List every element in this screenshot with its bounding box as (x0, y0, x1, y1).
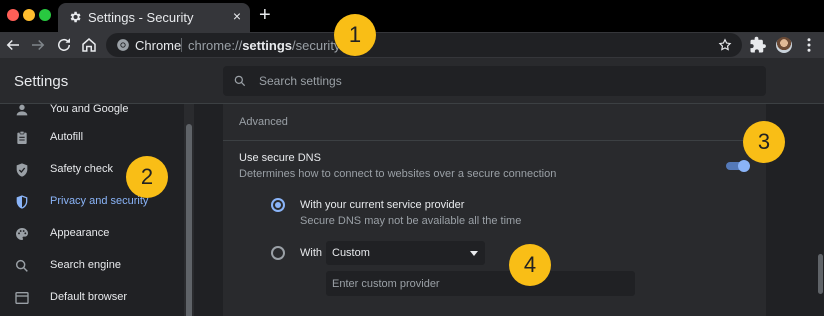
browser-icon (15, 292, 29, 304)
callout-2: 2 (126, 156, 168, 198)
reload-icon[interactable] (55, 36, 73, 54)
toggle-knob (738, 160, 750, 172)
search-settings-input[interactable]: Search settings (223, 66, 766, 96)
custom-provider-field[interactable] (326, 271, 635, 296)
page-title: Settings (14, 73, 69, 90)
secure-dns-description: Determines how to connect to websites ov… (239, 168, 557, 180)
tab-title: Settings - Security (88, 10, 194, 25)
palette-icon (16, 228, 28, 240)
search-icon (15, 259, 28, 272)
window-zoom-button[interactable] (39, 9, 51, 21)
divider (223, 140, 766, 141)
security-card: Advanced Use secure DNS Determines how t… (223, 104, 766, 316)
sidebar-item-search-engine[interactable]: Search engine (0, 250, 184, 282)
option-current-provider-label: With your current service provider (300, 199, 465, 211)
browser-toolbar: Chrome chrome://settings/security (0, 32, 824, 58)
close-icon[interactable]: × (233, 8, 241, 24)
forward-arrow-icon[interactable] (29, 36, 47, 54)
address-bar[interactable]: Chrome chrome://settings/security (106, 33, 742, 57)
sidebar-item-label: Safety check (50, 163, 113, 175)
settings-header: Settings Search settings (0, 58, 824, 104)
option-current-provider-sublabel: Secure DNS may not be available all the … (300, 215, 522, 227)
shield-check-icon (16, 163, 28, 177)
search-placeholder: Search settings (259, 74, 342, 88)
url-text: chrome://settings/security (188, 38, 341, 53)
callout-1: 1 (334, 14, 376, 56)
home-icon[interactable] (80, 36, 98, 54)
sidebar-item-label: Autofill (50, 131, 84, 143)
search-icon (234, 75, 246, 87)
secure-dns-title: Use secure DNS (239, 152, 321, 164)
tab-strip: Settings - Security × + (0, 0, 824, 32)
custom-provider-input[interactable] (326, 271, 635, 296)
provider-select-value: Custom (332, 247, 370, 259)
callout-4: 4 (509, 244, 551, 286)
more-menu-icon[interactable] (800, 36, 818, 54)
callout-3: 3 (743, 121, 785, 163)
settings-sidebar: You and Google Autofill Safety check Pri… (0, 104, 184, 316)
sidebar-scrollbar-thumb[interactable] (186, 124, 192, 316)
sidebar-item-label: Default browser (50, 291, 128, 303)
shield-icon (16, 195, 28, 209)
profile-avatar[interactable] (776, 37, 792, 53)
chrome-logo-icon (117, 39, 129, 51)
extensions-puzzle-icon[interactable] (749, 36, 767, 54)
option-custom-label: With (300, 247, 322, 259)
new-tab-button[interactable]: + (259, 4, 271, 26)
omnibox-separator (181, 38, 182, 52)
sidebar-item-label: You and Google (50, 104, 129, 115)
site-chip-label: Chrome (135, 38, 182, 53)
clipboard-icon (17, 131, 27, 144)
tab-settings-security[interactable]: Settings - Security × (58, 3, 250, 32)
back-arrow-icon[interactable] (4, 36, 22, 54)
radio-custom-provider[interactable] (271, 246, 285, 260)
gear-icon (70, 11, 81, 23)
section-title: Advanced (239, 116, 288, 128)
radio-current-provider[interactable] (271, 198, 285, 212)
sidebar-item-label: Appearance (50, 227, 110, 239)
main-scrollbar-thumb[interactable] (818, 254, 823, 294)
sidebar-item-appearance[interactable]: Appearance (0, 218, 184, 250)
sidebar-item-default-browser[interactable]: Default browser (0, 282, 184, 314)
sidebar-item-autofill[interactable]: Autofill (0, 122, 184, 154)
sidebar-scrollbar[interactable] (184, 104, 194, 316)
person-icon (16, 104, 28, 116)
provider-select[interactable]: Custom (326, 241, 485, 265)
main-scrollbar[interactable] (816, 104, 824, 316)
sidebar-item-label: Search engine (50, 259, 121, 271)
window-minimize-button[interactable] (23, 9, 35, 21)
sidebar-item-label: Privacy and security (50, 195, 149, 207)
window-close-button[interactable] (7, 9, 19, 21)
star-icon[interactable] (718, 38, 732, 52)
chevron-down-icon (470, 251, 478, 256)
secure-dns-toggle[interactable] (726, 160, 750, 172)
